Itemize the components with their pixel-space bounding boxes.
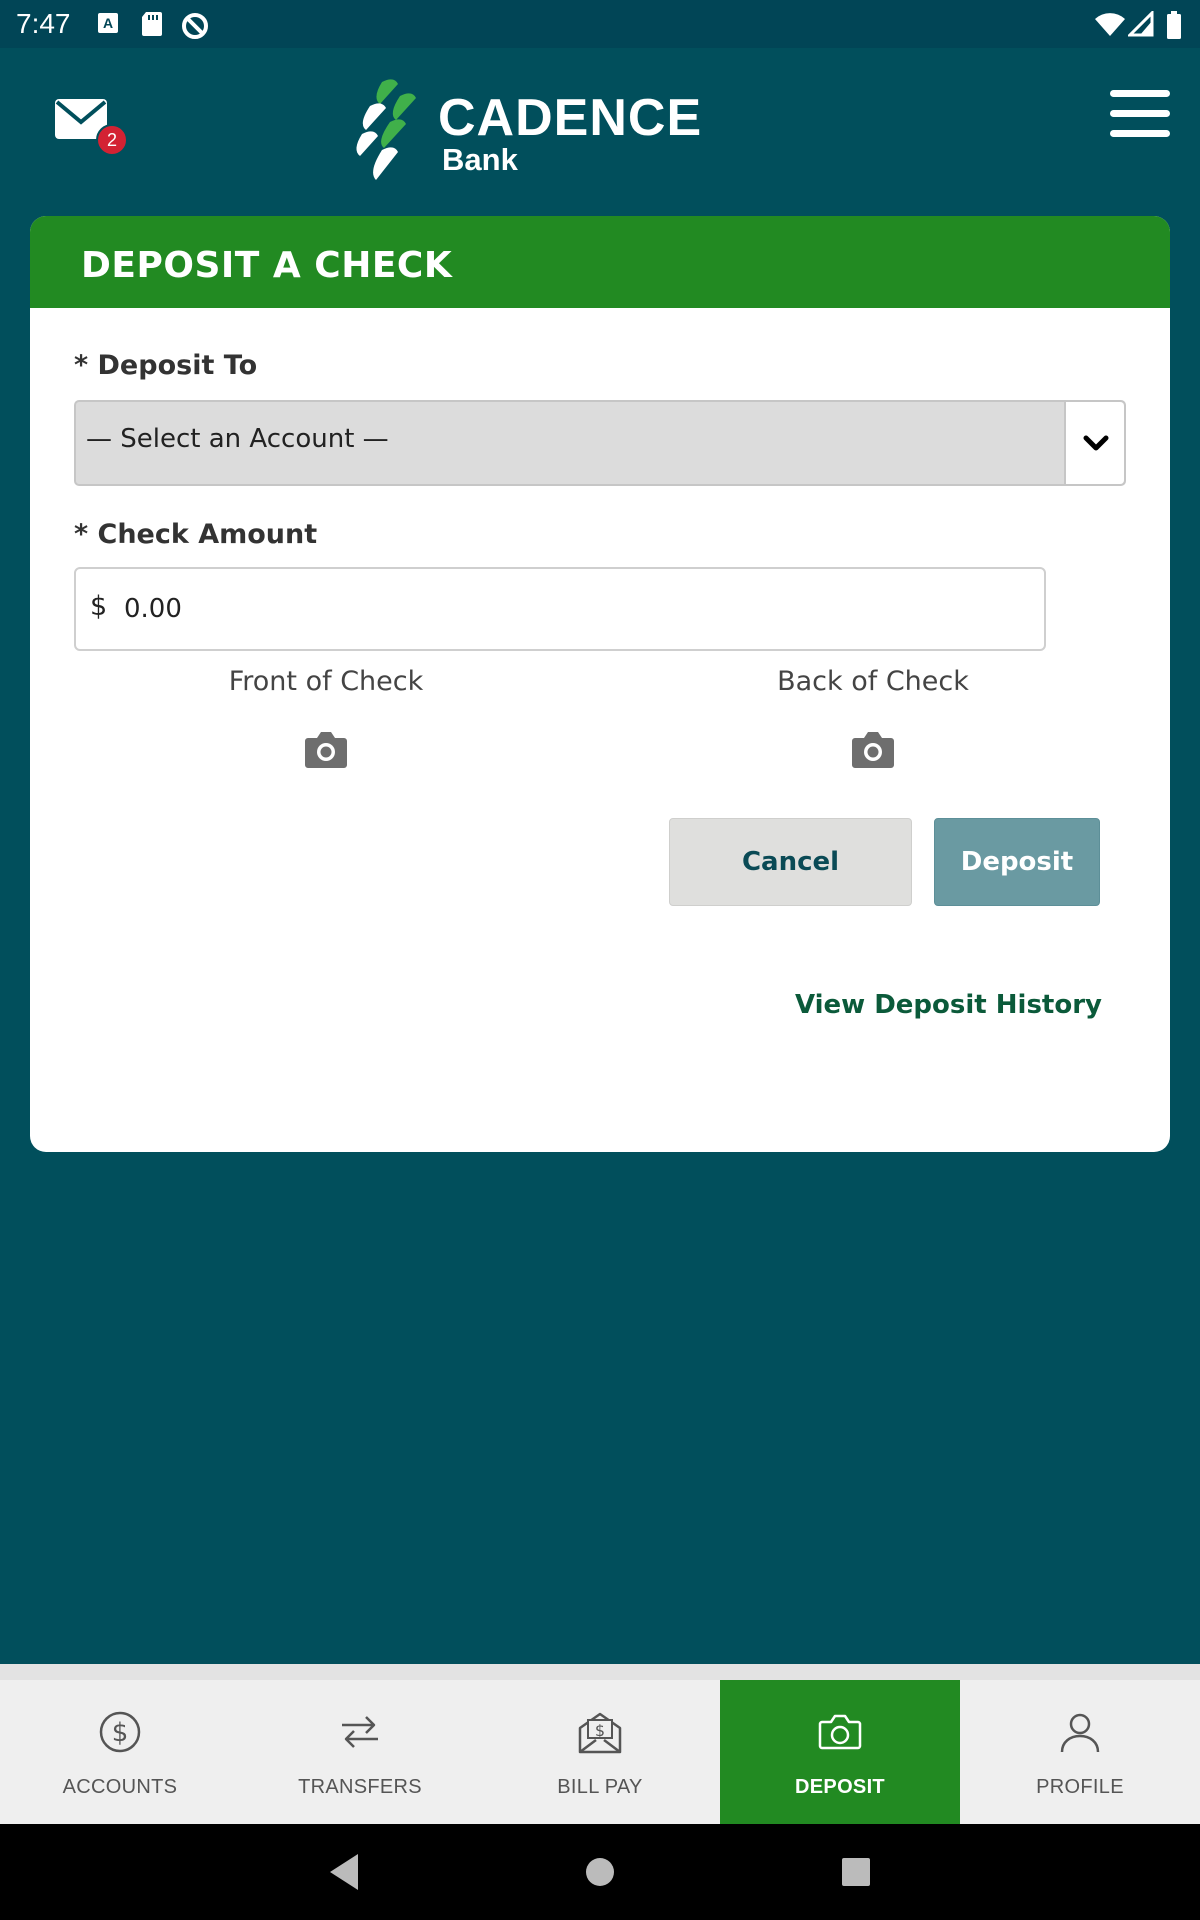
recents-nav-button[interactable] [840, 1848, 872, 1900]
tab-label: DEPOSIT [795, 1776, 885, 1798]
menu-bar-icon [1110, 90, 1170, 97]
tab-profile[interactable]: PROFILE [960, 1680, 1200, 1824]
back-of-check-label: Back of Check [777, 666, 969, 697]
logo-wordmark: CADENCE [438, 89, 703, 147]
view-deposit-history-link[interactable]: View Deposit History [795, 990, 1102, 1020]
signal-icon [1126, 9, 1154, 41]
person-icon [1060, 1713, 1100, 1753]
select-arrow[interactable] [1064, 402, 1124, 484]
svg-text:A: A [103, 15, 113, 31]
back-nav-button[interactable] [328, 1848, 360, 1900]
app-header: 2 CADENCE Bank [0, 48, 1200, 216]
chevron-down-icon [1083, 435, 1109, 451]
battery-icon [1166, 11, 1182, 43]
menu-bar-icon [1110, 110, 1170, 117]
camera-icon [852, 732, 894, 768]
deposit-to-label: * Deposit To [74, 350, 258, 381]
menu-bar-icon [1110, 130, 1170, 137]
home-nav-button[interactable] [584, 1848, 616, 1900]
tab-label: TRANSFERS [298, 1776, 422, 1798]
status-bar: 7:47 A [0, 0, 1200, 48]
back-check-camera-button[interactable] [851, 730, 895, 770]
front-of-check-label: Front of Check [228, 666, 424, 697]
front-check-camera-button[interactable] [304, 730, 348, 770]
deposit-button[interactable]: Deposit [934, 818, 1100, 906]
svg-text:$: $ [595, 1721, 605, 1740]
tab-deposit[interactable]: DEPOSIT [720, 1680, 960, 1824]
check-amount-label: * Check Amount [74, 519, 318, 550]
check-amount-field[interactable]: $ [74, 567, 1046, 651]
tab-label: ACCOUNTS [62, 1776, 178, 1798]
tab-label: BILL PAY [557, 1776, 643, 1798]
account-select[interactable]: — Select an Account — [74, 400, 1126, 486]
data-saver-icon [180, 11, 210, 45]
tab-bill-pay[interactable]: $ BILL PAY [480, 1680, 720, 1824]
transfer-arrows-icon [342, 1716, 378, 1748]
check-amount-input[interactable] [124, 587, 1004, 631]
messages-button[interactable]: 2 [54, 98, 130, 168]
leaf-logo-icon [356, 79, 416, 180]
cadence-bank-logo: CADENCE Bank [352, 76, 701, 186]
bill-envelope-icon: $ [578, 1712, 622, 1754]
logo-subtitle: Bank [442, 142, 518, 177]
tab-label: PROFILE [1036, 1776, 1124, 1798]
sd-card-icon [140, 11, 164, 41]
tab-accounts[interactable]: $ ACCOUNTS [0, 1680, 240, 1824]
wifi-icon [1094, 11, 1126, 41]
a-keyboard-icon: A [96, 11, 120, 39]
camera-icon [305, 732, 347, 768]
bottom-tab-bar: $ ACCOUNTS TRANSFERS $ BILL PAY DEPOSIT … [0, 1664, 1200, 1824]
hamburger-menu-button[interactable] [1108, 86, 1172, 142]
recents-square-icon [842, 1858, 870, 1886]
dollar-circle-icon: $ [99, 1711, 141, 1753]
svg-text:$: $ [112, 1718, 129, 1748]
card-title: DEPOSIT A CHECK [30, 216, 1170, 308]
cancel-button[interactable]: Cancel [669, 818, 912, 906]
system-nav-bar [0, 1824, 1200, 1920]
tab-transfers[interactable]: TRANSFERS [240, 1680, 480, 1824]
notification-badge: 2 [96, 124, 128, 156]
status-time: 7:47 [16, 8, 71, 39]
deposit-check-card: DEPOSIT A CHECK * Deposit To — Select an… [30, 216, 1170, 1152]
camera-icon [818, 1714, 862, 1750]
home-circle-icon [586, 1858, 614, 1886]
back-triangle-icon [330, 1854, 358, 1890]
select-placeholder: — Select an Account — [86, 424, 389, 454]
currency-symbol: $ [90, 591, 108, 622]
